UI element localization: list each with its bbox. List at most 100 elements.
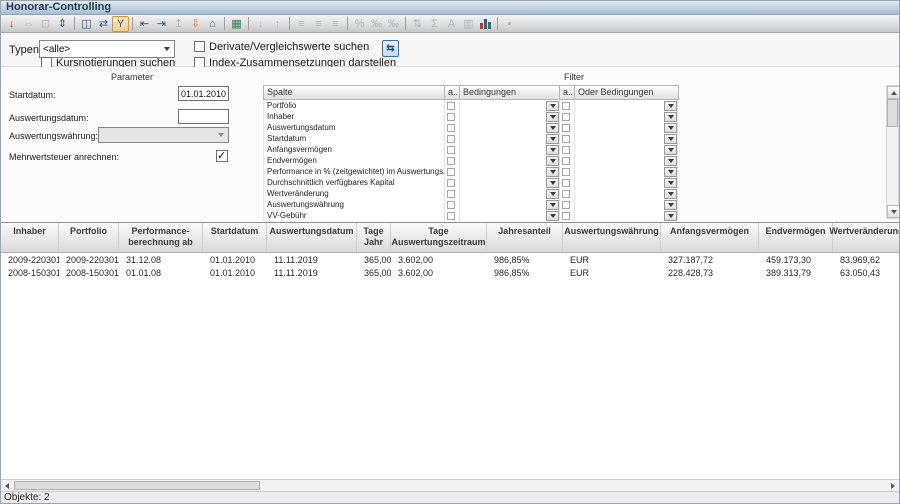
filter-header-and-active[interactable]: a.. xyxy=(445,86,460,99)
filter-and-checkbox[interactable] xyxy=(447,201,455,209)
filter-and-checkbox[interactable] xyxy=(447,179,455,187)
shift-column-right-icon[interactable]: ⇥ xyxy=(153,16,170,32)
column-header-jahresanteil[interactable]: Jahresanteil xyxy=(487,223,563,252)
scroll-left-button[interactable] xyxy=(2,481,12,490)
add-decimal-icon[interactable]: ‰ xyxy=(368,16,385,32)
filter-and-checkbox[interactable] xyxy=(447,157,455,165)
oder-bedingungen-dropdown[interactable] xyxy=(575,155,677,166)
portfolio-structure-icon[interactable]: ⌂ xyxy=(204,16,221,32)
oder-bedingungen-dropdown[interactable] xyxy=(575,144,677,155)
bedingungen-dropdown[interactable] xyxy=(460,188,559,199)
column-header-performance-berechnung-ab[interactable]: Performance- berechnung ab xyxy=(119,223,203,252)
dropdown-arrow-button[interactable] xyxy=(664,145,677,155)
dropdown-arrow-button[interactable] xyxy=(664,101,677,111)
oder-bedingungen-dropdown[interactable] xyxy=(575,199,677,210)
startdatum-input[interactable] xyxy=(178,86,229,101)
dropdown-arrow-button[interactable] xyxy=(664,189,677,199)
typen-select[interactable]: <alle> xyxy=(39,40,175,58)
column-header-startdatum[interactable]: Startdatum xyxy=(203,223,267,252)
fit-height-icon[interactable]: ⇕ xyxy=(54,16,71,32)
mehrwertsteuer-checkbox[interactable] xyxy=(216,150,228,162)
derivate-checkbox[interactable] xyxy=(194,41,205,52)
filter-or-checkbox[interactable] xyxy=(562,135,570,143)
dropdown-arrow-button[interactable] xyxy=(664,211,677,221)
filter-and-checkbox[interactable] xyxy=(447,190,455,198)
filter-header-oder-bedingungen[interactable]: Oder Bedingungen xyxy=(575,86,678,99)
dropdown-arrow-button[interactable] xyxy=(664,178,677,188)
pin-column-icon[interactable]: ↥ xyxy=(170,16,187,32)
scroll-up-button[interactable] xyxy=(887,86,900,99)
align-right-icon[interactable]: ≡ xyxy=(327,16,344,32)
paste-range-icon[interactable]: ⊡ xyxy=(37,16,54,32)
bedingungen-dropdown[interactable] xyxy=(460,111,559,122)
oder-bedingungen-dropdown[interactable] xyxy=(575,133,677,144)
filter-or-checkbox[interactable] xyxy=(562,146,570,154)
column-header-auswertungsw-hrung[interactable]: Auswertungswährung xyxy=(563,223,661,252)
dropdown-arrow-button[interactable] xyxy=(546,134,559,144)
sum-icon[interactable]: Σ xyxy=(426,16,443,32)
bedingungen-dropdown[interactable] xyxy=(460,133,559,144)
horizontal-scrollbar-thumb[interactable] xyxy=(14,481,260,490)
filter-header-spalte[interactable]: Spalte xyxy=(264,86,445,99)
sort-descending-icon[interactable]: ↑ xyxy=(269,16,286,32)
column-header-wertver-nderung[interactable]: Wertveränderung xyxy=(833,223,899,252)
column-header-tage-jahr[interactable]: Tage Jahr xyxy=(357,223,391,252)
column-header-tage-auswertungszeitraum[interactable]: Tage Auswertungszeitraum xyxy=(391,223,487,252)
bedingungen-dropdown[interactable] xyxy=(460,166,559,177)
dropdown-arrow-button[interactable] xyxy=(664,123,677,133)
cut-range-icon[interactable]: ⇔ xyxy=(20,16,37,32)
align-left-icon[interactable]: ≡ xyxy=(293,16,310,32)
dropdown-arrow-button[interactable] xyxy=(664,112,677,122)
dropdown-arrow-button[interactable] xyxy=(546,200,559,210)
column-header-portfolio[interactable]: Portfolio xyxy=(59,223,119,252)
filter-or-checkbox[interactable] xyxy=(562,168,570,176)
dropdown-arrow-button[interactable] xyxy=(546,123,559,133)
horizontal-scrollbar[interactable] xyxy=(1,479,899,491)
table-view-icon[interactable]: ▦ xyxy=(228,16,245,32)
bedingungen-dropdown[interactable] xyxy=(460,122,559,133)
bedingungen-dropdown[interactable] xyxy=(460,155,559,166)
vertical-scrollbar-thumb[interactable] xyxy=(887,99,898,127)
dropdown-arrow-button[interactable] xyxy=(546,145,559,155)
new-window-icon[interactable]: ◫ xyxy=(78,16,95,32)
shift-column-left-icon[interactable]: ⇤ xyxy=(136,16,153,32)
filter-header-or-active[interactable]: a.. xyxy=(560,86,575,99)
oder-bedingungen-dropdown[interactable] xyxy=(575,177,677,188)
table-row[interactable]: 2009-2203012009-22030131.12.0801.01.2010… xyxy=(1,254,899,267)
scroll-right-button[interactable] xyxy=(888,481,898,490)
filter-or-checkbox[interactable] xyxy=(562,124,570,132)
dropdown-arrow-button[interactable] xyxy=(546,178,559,188)
execute-search-button[interactable]: ⇆ xyxy=(382,40,399,57)
filter-and-checkbox[interactable] xyxy=(447,146,455,154)
filter-and-checkbox[interactable] xyxy=(447,102,455,110)
filter-and-checkbox[interactable] xyxy=(447,113,455,121)
column-header-auswertungsdatum[interactable]: Auswertungsdatum xyxy=(267,223,357,252)
load-data-icon[interactable]: ↓ xyxy=(3,16,20,32)
filter-or-checkbox[interactable] xyxy=(562,190,570,198)
font-icon[interactable]: A xyxy=(443,16,460,32)
bedingungen-dropdown[interactable] xyxy=(460,144,559,155)
remove-decimal-icon[interactable]: ‰ xyxy=(385,16,402,32)
align-center-icon[interactable]: ≡ xyxy=(310,16,327,32)
filter-header-bedingungen[interactable]: Bedingungen xyxy=(460,86,560,99)
scroll-down-button[interactable] xyxy=(887,205,900,218)
column-header-endverm-gen[interactable]: Endvermögen xyxy=(759,223,833,252)
oder-bedingungen-dropdown[interactable] xyxy=(575,100,677,111)
dropdown-arrow-button[interactable] xyxy=(664,167,677,177)
percent-format-icon[interactable]: % xyxy=(351,16,368,32)
column-header-anfangsverm-gen[interactable]: Anfangsvermögen xyxy=(661,223,759,252)
dropdown-arrow-button[interactable] xyxy=(664,134,677,144)
filter-or-checkbox[interactable] xyxy=(562,102,570,110)
oder-bedingungen-dropdown[interactable] xyxy=(575,188,677,199)
oder-bedingungen-dropdown[interactable] xyxy=(575,166,677,177)
column-header-inhaber[interactable]: Inhaber xyxy=(1,223,59,252)
overflow-icon[interactable]: ▪ xyxy=(501,16,518,32)
filter-and-checkbox[interactable] xyxy=(447,168,455,176)
filter-or-checkbox[interactable] xyxy=(562,113,570,121)
dropdown-arrow-button[interactable] xyxy=(546,156,559,166)
oder-bedingungen-dropdown[interactable] xyxy=(575,122,677,133)
chart-icon[interactable] xyxy=(477,16,494,32)
table-row[interactable]: 2008-1503012008-15030101.01.0801.01.2010… xyxy=(1,267,899,280)
dropdown-arrow-button[interactable] xyxy=(546,211,559,221)
auswertungsdatum-input[interactable] xyxy=(178,109,229,124)
